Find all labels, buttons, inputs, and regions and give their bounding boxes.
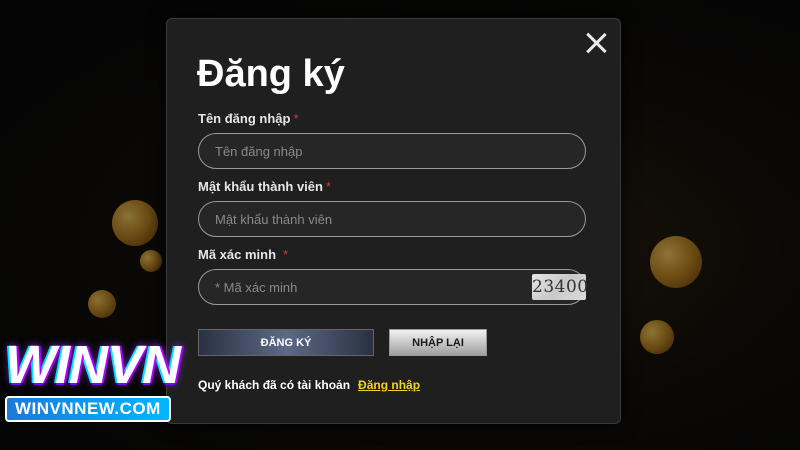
register-modal: Đăng ký Tên đăng nhập* Mật khẩu thành vi… [166, 18, 621, 424]
required-mark: * [325, 179, 332, 194]
password-label: Mật khẩu thành viên * [198, 179, 331, 194]
captcha-image[interactable]: 23400 [532, 274, 588, 300]
required-mark: * [283, 247, 289, 262]
captcha-label: Mã xác minh * [198, 247, 288, 262]
username-label: Tên đăng nhập * [198, 111, 299, 126]
brand-watermark: WINVN WINVNNEW.COM [5, 336, 225, 422]
gold-coin-decoration [140, 250, 162, 272]
username-label-text: Tên đăng nhập [198, 111, 291, 126]
password-input[interactable] [198, 201, 586, 237]
required-mark: * [293, 111, 299, 126]
brand-logo: WINVN [5, 335, 181, 395]
brand-url: WINVNNEW.COM [5, 396, 171, 422]
password-label-text: Mật khẩu thành viên [198, 179, 323, 194]
modal-title: Đăng ký [197, 53, 345, 95]
reset-button[interactable]: NHẬP LẠI [389, 329, 487, 356]
captcha-input[interactable] [198, 269, 586, 305]
login-link[interactable]: Đăng nhập [358, 378, 420, 392]
captcha-label-text: Mã xác minh [198, 247, 277, 262]
gold-coin-decoration [650, 236, 702, 288]
close-icon[interactable] [584, 31, 608, 55]
gold-coin-decoration [640, 320, 674, 354]
username-input[interactable] [198, 133, 586, 169]
gold-coin-decoration [88, 290, 116, 318]
account-prompt-row: Quý khách đã có tài khoản Đăng nhập [198, 378, 420, 392]
gold-coin-decoration [112, 200, 158, 246]
